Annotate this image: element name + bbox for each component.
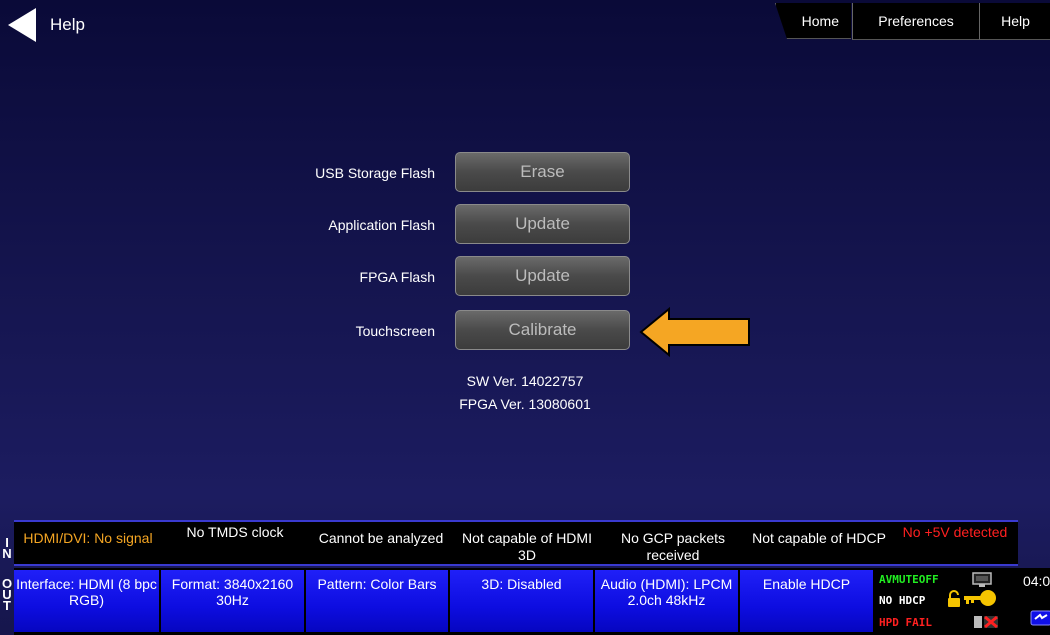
sw-version: SW Ver. 14022757: [466, 373, 584, 389]
output-control-strip: Interface: HDMI (8 bpc RGB) Format: 3840…: [14, 568, 1050, 635]
red-x-icon: [974, 615, 998, 629]
out-letter-t: T: [3, 598, 11, 613]
usb-storage-flash-row: USB Storage Flash Erase: [0, 152, 1050, 194]
top-bar: Help Home Preferences Help: [0, 0, 1050, 50]
in-status-hdcp: Not capable of HDCP: [752, 530, 886, 546]
connector-icon[interactable]: [1030, 610, 1050, 626]
fpga-flash-row: FPGA Flash Update: [0, 256, 1050, 298]
in-label: IN: [0, 536, 14, 561]
application-flash-label: Application Flash: [328, 217, 435, 233]
key-icon: [964, 590, 996, 606]
lock-open-icon: [948, 590, 960, 607]
output-status-panel: AVMUTEOFF NO HDCP HPD FAIL: [875, 570, 1016, 632]
avmute-status: AVMUTEOFF: [879, 573, 939, 586]
input-status-strip: HDMI/DVI: No signal No TMDS clock Cannot…: [14, 520, 1018, 566]
clock: 04:08: [1022, 573, 1050, 589]
touchscreen-row: Touchscreen Calibrate: [0, 310, 1050, 352]
pattern-button[interactable]: Pattern: Color Bars: [306, 570, 448, 632]
format-button[interactable]: Format: 3840x2160 30Hz: [161, 570, 304, 632]
application-update-button[interactable]: Update: [455, 204, 630, 244]
in-letter-n: N: [2, 546, 12, 561]
interface-button[interactable]: Interface: HDMI (8 bpc RGB): [14, 570, 159, 632]
audio-button[interactable]: Audio (HDMI): LPCM 2.0ch 48kHz: [595, 570, 738, 632]
in-status-gcp: No GCP packets received: [620, 530, 725, 563]
application-flash-row: Application Flash Update: [0, 204, 1050, 246]
page-title: Help: [50, 15, 85, 34]
hpd-status: HPD FAIL: [879, 616, 932, 629]
in-status-3d: Not capable of HDMI 3D: [462, 530, 592, 563]
in-status-tmds: No TMDS clock: [186, 524, 284, 540]
3d-button[interactable]: 3D: Disabled: [450, 570, 593, 632]
tab-help[interactable]: Help: [979, 3, 1050, 40]
orange-arrow-icon: [639, 307, 750, 357]
tab-preferences[interactable]: Preferences: [852, 3, 979, 40]
back-arrow-icon[interactable]: [8, 8, 36, 42]
tab-home[interactable]: Home: [775, 3, 851, 39]
usb-storage-flash-label: USB Storage Flash: [315, 165, 435, 181]
touchscreen-label: Touchscreen: [355, 323, 435, 339]
out-label: OUT: [0, 577, 14, 613]
enable-hdcp-button[interactable]: Enable HDCP: [740, 570, 873, 632]
clock-area: 04:08: [1017, 568, 1050, 635]
fpga-update-button[interactable]: Update: [455, 256, 630, 296]
monitor-icon[interactable]: [972, 572, 992, 588]
erase-button[interactable]: Erase: [455, 152, 630, 192]
in-status-analysis: Cannot be analyzed: [318, 530, 444, 546]
hdcp-status: NO HDCP: [879, 594, 926, 607]
in-status-signal: HDMI/DVI: No signal: [23, 530, 153, 546]
in-status-5v: No +5V detected: [902, 524, 1008, 540]
fpga-flash-label: FPGA Flash: [359, 269, 435, 285]
fpga-version: FPGA Ver. 13080601: [459, 396, 591, 412]
calibrate-button[interactable]: Calibrate: [455, 310, 630, 350]
